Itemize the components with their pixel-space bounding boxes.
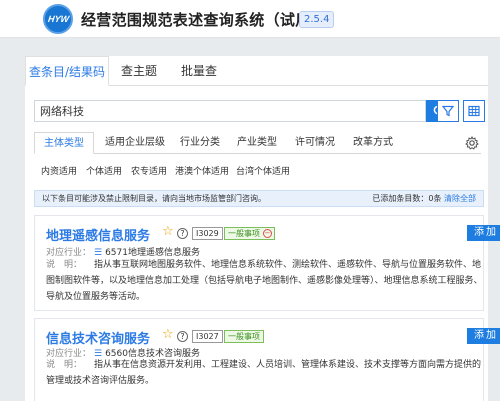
main-tabs: 查条目/结果码 查主题 批量查 (25, 56, 488, 86)
tab-batch-lookup[interactable]: 批量查 (171, 56, 227, 86)
result-code-badge: I3029 (192, 227, 223, 240)
desc-label: 说 明： (46, 260, 83, 270)
gear-icon[interactable] (465, 136, 479, 150)
tab-industry-category[interactable]: 行业分类 (172, 132, 228, 154)
added-count: 已添加条目数：0条 (372, 194, 442, 203)
notice-bar: 以下条目可能涉及禁止限制目录，请向当地市场监管部门咨询。 已添加条目数：0条 清… (34, 190, 484, 207)
star-icon[interactable]: ☆ (162, 225, 174, 238)
added-count-area: 已添加条目数：0条 清除全部 (372, 191, 476, 206)
help-icon[interactable]: ? (177, 331, 188, 342)
result-title[interactable]: 地理遥感信息服务 (46, 225, 150, 244)
tab-license-status[interactable]: 许可情况 (286, 132, 344, 154)
main-panel: 查条目/结果码 查主题 批量查 主体类型 适用企业层级 行业分类 产业类型 许可… (25, 56, 500, 401)
filter-button[interactable] (437, 100, 459, 122)
result-description: 说 明： 指从事在信息资源开发利用、工程建设、人员培训、管理体系建设、技术支撑等方… (46, 357, 484, 389)
app-header: HYW 经营范围规范表述查询系统（试用版） 2.5.4 (0, 0, 500, 38)
app-logo: HYW (43, 4, 73, 34)
option-individual[interactable]: 个体适用 (86, 164, 122, 177)
result-code-badge: I3027 (192, 330, 223, 343)
category-tag: 一般事项 (224, 330, 264, 343)
clear-all-link[interactable]: 清除全部 (444, 194, 476, 203)
add-button[interactable]: 添加 (467, 328, 500, 344)
notice-text: 以下条目可能涉及禁止限制目录，请向当地市场监管部门咨询。 (42, 194, 266, 203)
tab-reform-method[interactable]: 改革方式 (344, 132, 402, 154)
tab-lookup-topic[interactable]: 查主题 (111, 56, 167, 86)
result-title[interactable]: 信息技术咨询服务 (46, 328, 150, 347)
option-taiwan-individual[interactable]: 台湾个体适用 (236, 164, 290, 177)
category-tag: 一般事项 − (224, 227, 275, 240)
help-icon[interactable]: ? (177, 228, 188, 239)
result-description: 说 明： 指从事互联网地图服务软件、地理信息系统软件、测绘软件、遥感软件、导航与位… (46, 257, 484, 305)
prohibited-icon: − (263, 229, 272, 238)
grid-icon (468, 105, 480, 117)
option-hk-macau-individual[interactable]: 港澳个体适用 (175, 164, 229, 177)
tab-lookup-entry[interactable]: 查条目/结果码 (25, 56, 109, 86)
star-icon[interactable]: ☆ (162, 328, 174, 341)
grid-view-button[interactable] (463, 100, 485, 122)
tab-subject-type[interactable]: 主体类型 (34, 132, 94, 154)
add-button[interactable]: 添加 (467, 225, 500, 241)
version-badge: 2.5.4 (299, 11, 335, 28)
filter-icon (442, 105, 454, 117)
tab-enterprise-level[interactable]: 适用企业层级 (98, 132, 172, 154)
option-farmer-coop[interactable]: 农专适用 (131, 164, 167, 177)
search-input[interactable] (34, 100, 426, 122)
result-card: 信息技术咨询服务 ☆ ? I3027 一般事项 添加 对应行业： ☰ 6560信息… (34, 318, 500, 401)
filter-tabs: 主体类型 适用企业层级 行业分类 产业类型 许可情况 改革方式 (34, 132, 481, 154)
tab-industry-type[interactable]: 产业类型 (228, 132, 286, 154)
desc-label: 说 明： (46, 360, 83, 370)
result-card: 地理遥感信息服务 ☆ ? I3029 一般事项 − 添加 对应行业： ☰ 6571地… (34, 215, 500, 311)
option-domestic[interactable]: 内资适用 (41, 164, 77, 177)
